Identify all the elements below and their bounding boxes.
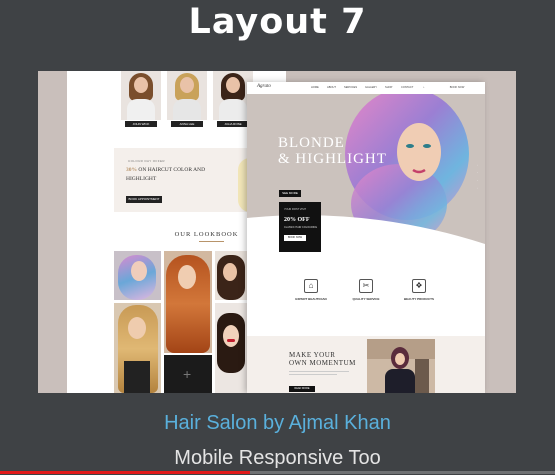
nav-book-button[interactable]: BOOK NOW bbox=[445, 85, 469, 91]
hero-title-line2: & HIGHLIGHT bbox=[278, 151, 387, 167]
video-progress-bar[interactable] bbox=[0, 471, 555, 474]
book-appointment-button[interactable]: BOOK APPOINTMENT bbox=[126, 196, 162, 203]
team-member-photo bbox=[167, 71, 207, 120]
feature-item: ⌂ EXPERT BEAUTICIAN bbox=[289, 279, 333, 301]
promo-highlight: 30% bbox=[126, 167, 137, 173]
offer-card: YOUR FIRST VISIT 20% OFF CLASSIC HAIR CO… bbox=[279, 202, 321, 252]
lookbook-photo[interactable] bbox=[164, 251, 212, 353]
social-links-vertical[interactable]: ◦ ◦ ◦ ◦ bbox=[475, 164, 479, 192]
feature-item: ✂ QUALITY SERVICE bbox=[344, 279, 388, 301]
momentum-title-line1: MAKE YOUR bbox=[289, 351, 336, 359]
feature-title: EXPERT BEAUTICIAN bbox=[295, 297, 327, 301]
offer-book-button[interactable]: BOOK NOW bbox=[284, 235, 306, 241]
feature-title: QUALITY SERVICE bbox=[352, 297, 380, 301]
team-member-button[interactable]: ANNA LEE bbox=[171, 121, 203, 127]
nav-item[interactable]: CONTACT bbox=[401, 86, 413, 89]
feature-item: ❖ BEAUTY PRODUCTS bbox=[397, 279, 441, 301]
offer-amount: 20% OFF bbox=[284, 217, 310, 223]
promo-title: 30% ON HAIRCUT COLOR AND HIGHLIGHT bbox=[126, 166, 216, 184]
hero-title-line1: BLONDE bbox=[278, 135, 345, 151]
nav-item[interactable]: ABOUT bbox=[327, 86, 336, 89]
momentum-section: MAKE YOUR OWN MOMENTUM READ MORE bbox=[247, 336, 485, 393]
lookbook-plus-tile[interactable]: + bbox=[164, 355, 212, 393]
caption-subtitle: Mobile Responsive Too bbox=[174, 447, 381, 469]
nav-item[interactable]: SHOP bbox=[385, 86, 392, 89]
offer-text: CLASSIC HAIR COLOURING bbox=[284, 226, 318, 229]
lookbook-photo[interactable] bbox=[215, 251, 247, 300]
caption-title: Hair Salon by Ajmal Khan bbox=[164, 412, 391, 434]
hero-see-more-button[interactable]: SEE MORE bbox=[279, 190, 301, 197]
hero-title: BLONDE & HIGHLIGHT bbox=[278, 135, 387, 167]
video-title: Layout 7 bbox=[188, 2, 367, 42]
momentum-title: MAKE YOUR OWN MOMENTUM bbox=[289, 351, 356, 367]
homepage-preview: Agrato HOME ABOUT SERVICES GALLERY SHOP … bbox=[247, 82, 485, 393]
momentum-description bbox=[289, 371, 349, 377]
momentum-read-more-button[interactable]: READ MORE bbox=[289, 386, 315, 392]
nav-item[interactable]: GALLERY bbox=[365, 86, 377, 89]
nav-item[interactable]: HOME bbox=[311, 86, 319, 89]
team-member-photo bbox=[121, 71, 161, 120]
momentum-title-line2: OWN MOMENTUM bbox=[289, 359, 356, 367]
lookbook-underline bbox=[199, 241, 224, 242]
lookbook-photo[interactable] bbox=[114, 251, 161, 300]
lookbook-photo[interactable] bbox=[114, 303, 161, 393]
dryer-icon: ✂ bbox=[359, 279, 373, 293]
lookbook-photo[interactable] bbox=[215, 303, 247, 393]
video-progress-fill bbox=[0, 471, 250, 474]
salon-photo bbox=[367, 339, 435, 393]
team-member-button[interactable]: JOHN WICK bbox=[125, 121, 157, 127]
cream-icon: ❖ bbox=[412, 279, 426, 293]
slider-arrows: ‹› bbox=[453, 246, 467, 250]
offer-kicker: YOUR FIRST VISIT bbox=[284, 208, 307, 211]
layout-preview: JOHN WICK ANNA LEE JULIA ROSE COLOUR DAY… bbox=[38, 71, 516, 393]
promo-title-text: ON HAIRCUT COLOR AND HIGHLIGHT bbox=[126, 167, 206, 182]
feature-title: BEAUTY PRODUCTS bbox=[404, 297, 434, 301]
site-logo[interactable]: Agrato bbox=[257, 84, 271, 89]
search-icon[interactable]: ⌕ bbox=[423, 86, 424, 89]
team-member-button[interactable]: JULIA ROSE bbox=[217, 121, 249, 127]
promo-kicker: COLOUR DAY OFFER bbox=[128, 159, 165, 163]
chair-icon: ⌂ bbox=[304, 279, 318, 293]
nav-item[interactable]: SERVICES bbox=[344, 86, 357, 89]
